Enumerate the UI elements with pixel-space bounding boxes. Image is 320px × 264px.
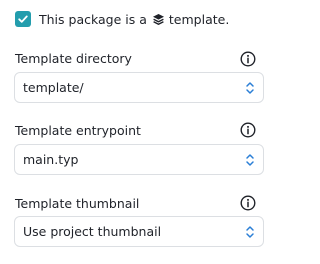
template-thumbnail-select[interactable]: Use project thumbnail bbox=[14, 216, 264, 247]
template-package-label-suffix: template. bbox=[168, 11, 230, 27]
template-entrypoint-label: Template entrypoint bbox=[15, 123, 141, 138]
info-icon[interactable] bbox=[240, 195, 256, 211]
template-entrypoint-select[interactable]: main.typ bbox=[14, 144, 264, 175]
template-settings-panel: This package is a template. Template dir… bbox=[0, 0, 283, 264]
template-directory-select[interactable]: template/ bbox=[14, 72, 264, 103]
template-thumbnail-value: Use project thumbnail bbox=[23, 224, 162, 239]
updown-chevron-icon bbox=[246, 225, 254, 238]
template-package-label: This package is a template. bbox=[39, 12, 229, 27]
template-entrypoint-value: main.typ bbox=[23, 152, 79, 167]
updown-chevron-icon bbox=[246, 81, 254, 94]
template-package-checkbox[interactable] bbox=[15, 11, 31, 27]
info-icon[interactable] bbox=[240, 51, 256, 67]
layers-icon bbox=[152, 13, 164, 25]
template-directory-value: template/ bbox=[23, 80, 84, 95]
template-package-label-prefix: This package is a bbox=[39, 11, 147, 27]
template-package-row: This package is a template. bbox=[15, 9, 229, 29]
template-thumbnail-label: Template thumbnail bbox=[15, 196, 140, 211]
updown-chevron-icon bbox=[246, 153, 254, 166]
info-icon[interactable] bbox=[240, 122, 256, 138]
template-directory-label: Template directory bbox=[15, 51, 132, 66]
checkmark-icon bbox=[18, 15, 28, 23]
